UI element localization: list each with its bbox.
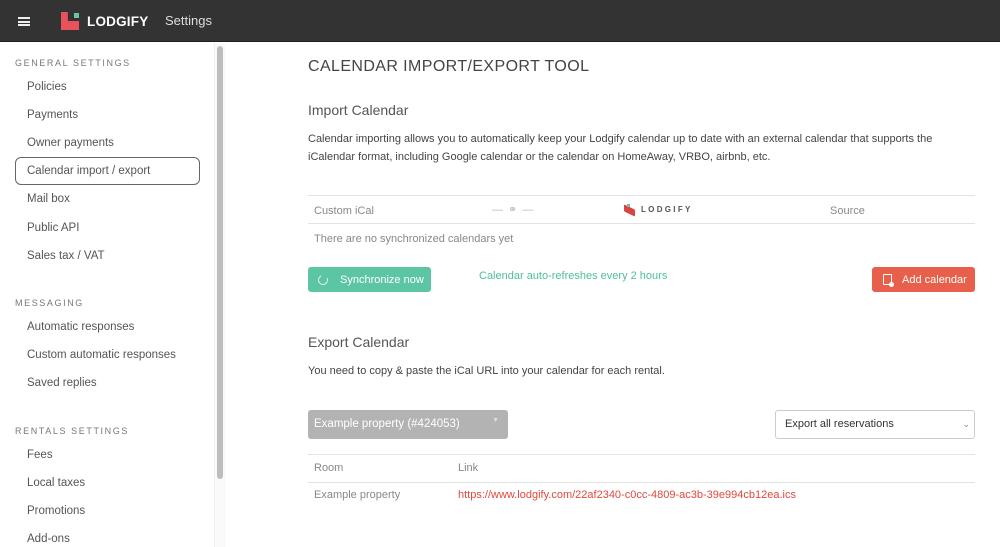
sidebar-item-calendar-import-export[interactable]: Calendar import / export bbox=[15, 157, 200, 185]
export-type-select-value: Export all reservations bbox=[785, 418, 894, 430]
sidebar-item-payments[interactable]: Payments bbox=[15, 101, 200, 129]
sidebar-item-mail-box[interactable]: Mail box bbox=[15, 185, 200, 213]
col-source: Source bbox=[830, 205, 865, 217]
col-custom-ical: Custom iCal bbox=[314, 205, 374, 217]
col-link: Link bbox=[458, 462, 479, 474]
table-row-room: Example property bbox=[314, 489, 401, 501]
sidebar-item-promotions[interactable]: Promotions bbox=[15, 497, 200, 525]
sidebar-item-public-api[interactable]: Public API bbox=[15, 214, 200, 242]
col-lodgify: LODGIFY bbox=[623, 204, 693, 217]
export-calendar-heading: Export Calendar bbox=[308, 334, 410, 350]
sidebar-item-owner-payments[interactable]: Owner payments bbox=[15, 129, 200, 157]
auto-refresh-note: Calendar auto-refreshes every 2 hours bbox=[479, 270, 668, 282]
synchronize-now-button[interactable]: Synchronize now bbox=[308, 267, 431, 292]
sidebar-item-custom-automatic-responses[interactable]: Custom automatic responses bbox=[15, 341, 200, 369]
import-table-header-border bbox=[308, 223, 975, 224]
synchronize-now-label: Synchronize now bbox=[340, 273, 424, 286]
import-description: Calendar importing allows you to automat… bbox=[308, 133, 933, 163]
property-select[interactable]: Example property (#424053) ▼ bbox=[308, 410, 508, 439]
brand-name: LODGIFY bbox=[87, 13, 149, 29]
export-table-top-border bbox=[308, 454, 975, 455]
settings-sidebar: GENERAL SETTINGS Policies Payments Owner… bbox=[0, 43, 226, 547]
import-empty-message: There are no synchronized calendars yet bbox=[314, 233, 514, 245]
refresh-icon bbox=[316, 273, 330, 286]
lodgify-logo[interactable]: LODGIFY bbox=[61, 12, 148, 30]
main-content: CALENDAR IMPORT/EXPORT TOOL Import Calen… bbox=[226, 43, 1000, 547]
sidebar-item-local-taxes[interactable]: Local taxes bbox=[15, 469, 200, 497]
sidebar-item-saved-replies[interactable]: Saved replies bbox=[15, 369, 200, 397]
add-calendar-label: Add calendar bbox=[902, 273, 967, 286]
sidebar-section-rentals: RENTALS SETTINGS bbox=[15, 426, 129, 436]
sidebar-scrollbar-thumb[interactable] bbox=[217, 46, 223, 479]
export-type-select[interactable]: Export all reservations ⌄ bbox=[775, 410, 975, 439]
export-table-header-border bbox=[308, 482, 975, 483]
hamburger-menu-icon[interactable] bbox=[18, 17, 30, 26]
lodgify-mini-logo-icon bbox=[623, 204, 636, 217]
add-calendar-button[interactable]: Add calendar bbox=[872, 267, 975, 292]
top-bar: LODGIFY Settings bbox=[0, 0, 1000, 42]
caret-down-icon: ▼ bbox=[492, 417, 499, 424]
col-room: Room bbox=[314, 462, 344, 474]
sidebar-item-automatic-responses[interactable]: Automatic responses bbox=[15, 313, 200, 341]
property-select-value: Example property (#424053) bbox=[314, 418, 460, 430]
chevron-down-icon: ⌄ bbox=[962, 419, 970, 429]
sidebar-section-general: GENERAL SETTINGS bbox=[15, 58, 131, 68]
link-chain-icon: — ⚭ — bbox=[492, 204, 535, 216]
add-document-icon bbox=[883, 274, 894, 287]
section-title: Settings bbox=[165, 13, 212, 28]
import-calendar-heading: Import Calendar bbox=[308, 102, 409, 118]
sidebar-item-sales-tax[interactable]: Sales tax / VAT bbox=[15, 242, 200, 270]
page-title: CALENDAR IMPORT/EXPORT TOOL bbox=[308, 58, 590, 75]
ical-url-link[interactable]: https://www.lodgify.com/22af2340-c0cc-48… bbox=[458, 489, 796, 501]
sidebar-section-messaging: MESSAGING bbox=[15, 298, 84, 308]
lodgify-logo-mark-icon bbox=[61, 12, 80, 30]
sidebar-item-policies[interactable]: Policies bbox=[15, 73, 200, 101]
sidebar-item-add-ons[interactable]: Add-ons bbox=[15, 525, 200, 547]
sidebar-item-fees[interactable]: Fees bbox=[15, 441, 200, 469]
import-table-top-border bbox=[308, 195, 975, 196]
col-lodgify-label: LODGIFY bbox=[641, 205, 693, 214]
export-description: You need to copy & paste the iCal URL in… bbox=[308, 365, 665, 377]
